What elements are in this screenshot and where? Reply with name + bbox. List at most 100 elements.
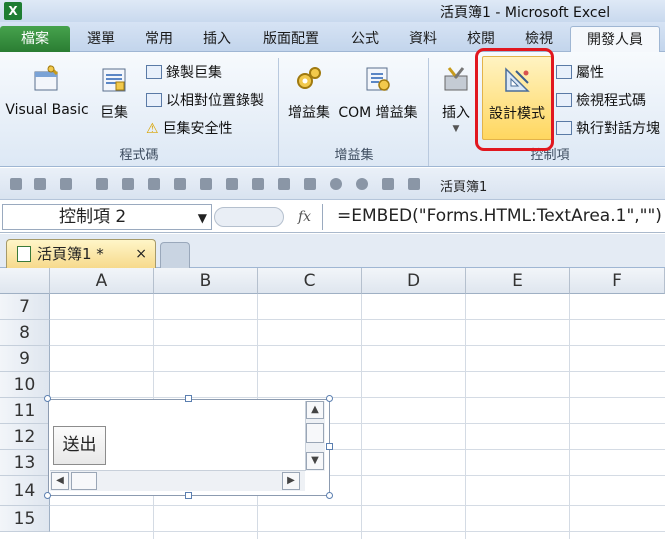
- scroll-down-icon[interactable]: ▼: [306, 452, 324, 470]
- macros-label: 巨集: [100, 105, 128, 121]
- spin-button-icon[interactable]: [226, 178, 238, 190]
- column-header[interactable]: D: [362, 268, 466, 294]
- scroll-up-icon[interactable]: ▲: [306, 401, 324, 419]
- tab-home[interactable]: 常用: [132, 26, 186, 52]
- resize-handle[interactable]: [44, 492, 51, 499]
- tab-insert[interactable]: 插入: [190, 26, 244, 52]
- toolbar-handle-icon[interactable]: [10, 178, 22, 190]
- textarea-horizontal-scrollbar[interactable]: ◀ ▶: [50, 470, 305, 491]
- row-header[interactable]: 8: [0, 320, 50, 346]
- controls-toolbar: 活頁簿1: [0, 168, 665, 200]
- resize-handle[interactable]: [185, 395, 192, 402]
- column-header[interactable]: C: [258, 268, 362, 294]
- name-box[interactable]: 控制項 2 ▼: [2, 204, 212, 230]
- addins-label: 增益集: [288, 105, 330, 121]
- resize-handle[interactable]: [44, 395, 51, 402]
- row-header[interactable]: 7: [0, 294, 50, 320]
- macros-button[interactable]: 巨集: [94, 64, 134, 122]
- row-header[interactable]: 12: [0, 424, 50, 450]
- close-icon[interactable]: ×: [135, 240, 147, 268]
- com-addins-icon: [366, 67, 390, 91]
- toggle-button-icon[interactable]: [200, 178, 212, 190]
- row-header[interactable]: 9: [0, 346, 50, 372]
- record-macro-label: 錄製巨集: [166, 65, 222, 81]
- macro-security-button[interactable]: ⚠ 巨集安全性: [146, 118, 233, 138]
- relative-reference-button[interactable]: 以相對位置錄製: [146, 90, 264, 110]
- listbox-control-icon[interactable]: [148, 178, 160, 190]
- row-header[interactable]: 10: [0, 372, 50, 398]
- row-header[interactable]: 13: [0, 450, 50, 476]
- new-workbook-tab[interactable]: [160, 242, 190, 268]
- scroll-left-icon[interactable]: ◀: [51, 472, 69, 490]
- design-mode-callout: [475, 48, 554, 151]
- workbook-tab-bar: 活頁簿1 * ×: [0, 234, 665, 269]
- chevron-down-icon[interactable]: ▼: [198, 206, 207, 230]
- chevron-down-icon: ▼: [452, 124, 460, 134]
- addins-button[interactable]: 增益集: [284, 64, 334, 122]
- workbook-tab-label: 活頁簿1 *: [37, 245, 104, 263]
- toolbox-icon: [444, 67, 468, 91]
- formula-input[interactable]: =EMBED("Forms.HTML:TextArea.1",""): [322, 204, 665, 230]
- resize-handle[interactable]: [326, 492, 333, 499]
- excel-app-icon[interactable]: X: [4, 2, 22, 20]
- scroll-thumb[interactable]: [71, 472, 97, 490]
- view-code-button[interactable]: 檢視程式碼: [556, 90, 646, 110]
- view-code-label: 檢視程式碼: [576, 93, 646, 109]
- run-dialog-label: 執行對話方塊: [576, 121, 660, 137]
- checkbox-control-icon[interactable]: [34, 178, 46, 190]
- gears-icon: [297, 67, 321, 89]
- resize-handle[interactable]: [326, 395, 333, 402]
- gridline: [569, 294, 570, 539]
- group-separator: [278, 58, 279, 166]
- worksheet-grid[interactable]: A B C D E F 7 8 9 10 11 12 13 14 15 ▲ ▼ …: [0, 268, 665, 539]
- formula-bar-splitter[interactable]: [214, 207, 284, 227]
- column-header[interactable]: F: [570, 268, 665, 294]
- properties-button[interactable]: 屬性: [556, 62, 604, 82]
- scroll-right-icon[interactable]: ▶: [282, 472, 300, 490]
- insert-control-button[interactable]: 插入 ▼: [436, 64, 476, 134]
- select-objects-icon[interactable]: [382, 178, 394, 190]
- circle-control-icon[interactable]: [330, 178, 342, 190]
- tab-data[interactable]: 資料: [396, 26, 450, 52]
- row-header[interactable]: 14: [0, 476, 50, 506]
- com-addins-button[interactable]: COM 增益集: [334, 64, 422, 122]
- column-header[interactable]: A: [50, 268, 154, 294]
- tab-menu[interactable]: 選單: [74, 26, 128, 52]
- scroll-thumb[interactable]: [306, 423, 324, 443]
- row-header[interactable]: 15: [0, 506, 50, 532]
- label-control-icon[interactable]: [278, 178, 290, 190]
- addins-group-label: 增益集: [334, 148, 374, 163]
- tab-developer[interactable]: 開發人員: [570, 26, 660, 53]
- resize-handle[interactable]: [326, 443, 333, 450]
- record-macro-icon: [146, 65, 162, 79]
- record-macro-button[interactable]: 錄製巨集: [146, 62, 222, 82]
- workbook-tab[interactable]: 活頁簿1 * ×: [6, 239, 156, 269]
- circle-control-icon[interactable]: [356, 178, 368, 190]
- resize-handle[interactable]: [185, 492, 192, 499]
- macro-security-label: 巨集安全性: [162, 121, 233, 137]
- tab-file[interactable]: 檔案: [0, 26, 70, 52]
- column-header[interactable]: E: [466, 268, 570, 294]
- select-all-corner[interactable]: [0, 268, 50, 294]
- run-dialog-button[interactable]: 執行對話方塊: [556, 118, 660, 138]
- visual-basic-label: Visual Basic: [5, 102, 89, 118]
- column-header[interactable]: B: [154, 268, 258, 294]
- tab-page-layout[interactable]: 版面配置: [248, 26, 334, 52]
- visual-basic-button[interactable]: Visual Basic: [4, 64, 90, 118]
- tab-formulas[interactable]: 公式: [338, 26, 392, 52]
- group-separator: [428, 58, 429, 166]
- formula-bar: 控制項 2 ▼ fx =EMBED("Forms.HTML:TextArea.1…: [0, 201, 665, 233]
- ribbon-tab-row: 檔案 選單 常用 插入 版面配置 公式 資料 校閱 檢視 開發人員: [0, 22, 665, 53]
- textarea-vertical-scrollbar[interactable]: ▲ ▼: [305, 401, 325, 471]
- textbox-control-icon[interactable]: [60, 178, 72, 190]
- scrollbar-control-icon[interactable]: [252, 178, 264, 190]
- gridline: [50, 345, 665, 346]
- combobox-control-icon[interactable]: [174, 178, 186, 190]
- option-button-icon[interactable]: [122, 178, 134, 190]
- command-button-icon[interactable]: [96, 178, 108, 190]
- insert-function-icon[interactable]: fx: [298, 209, 311, 225]
- row-header[interactable]: 11: [0, 398, 50, 424]
- more-controls-icon[interactable]: [408, 178, 420, 190]
- submit-button[interactable]: 送出: [53, 426, 106, 465]
- image-control-icon[interactable]: [304, 178, 316, 190]
